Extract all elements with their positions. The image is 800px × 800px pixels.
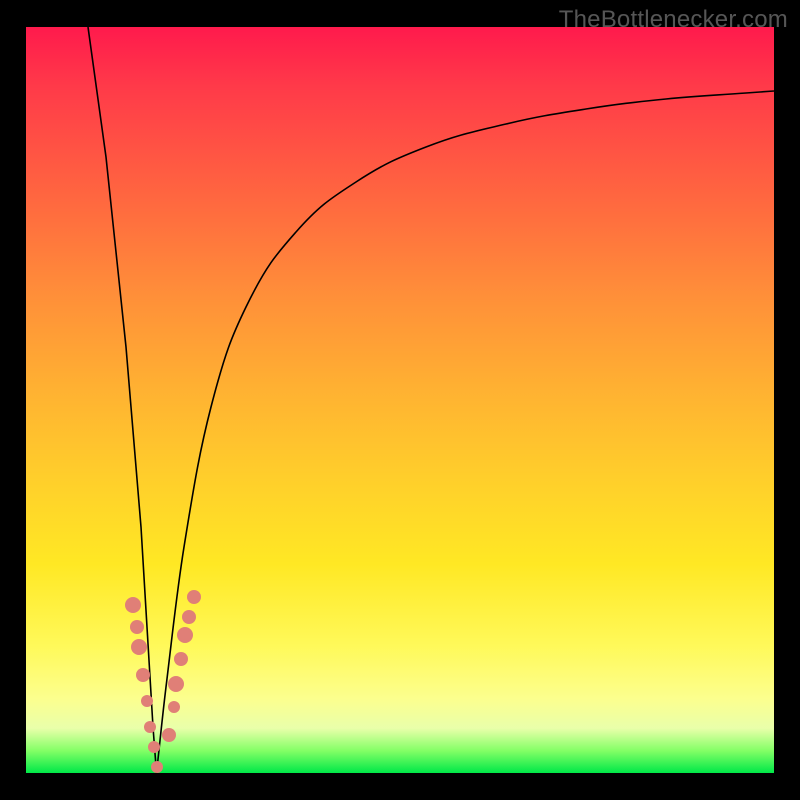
attribution-text: TheBottlenecker.com — [559, 6, 788, 34]
data-marker — [125, 597, 141, 613]
data-marker — [136, 668, 150, 682]
data-marker — [151, 761, 163, 773]
data-markers — [125, 590, 201, 773]
data-marker — [130, 620, 144, 634]
curve-layer — [26, 27, 774, 773]
right-curve — [157, 91, 775, 773]
data-marker — [168, 676, 184, 692]
left-curve — [88, 27, 157, 773]
data-marker — [141, 695, 153, 707]
plot-area — [26, 27, 774, 773]
data-marker — [177, 627, 193, 643]
data-marker — [131, 639, 147, 655]
data-marker — [168, 701, 180, 713]
data-marker — [182, 610, 196, 624]
chart-frame: TheBottlenecker.com — [0, 0, 800, 800]
data-marker — [174, 652, 188, 666]
data-marker — [187, 590, 201, 604]
data-marker — [148, 741, 160, 753]
data-marker — [144, 721, 156, 733]
data-marker — [162, 728, 176, 742]
